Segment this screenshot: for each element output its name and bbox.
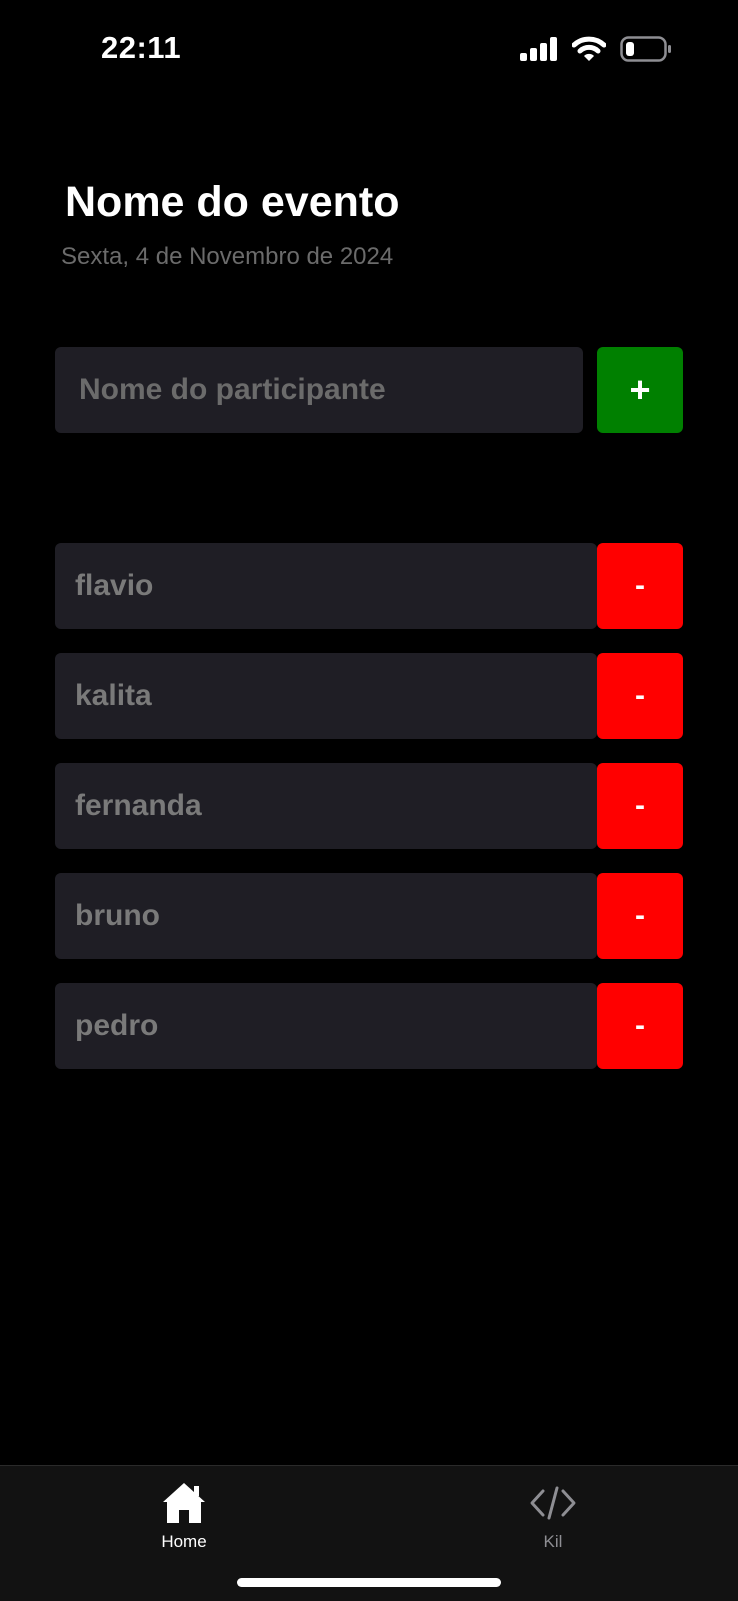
status-icons [520,36,672,62]
participant-name: flavio [75,569,154,602]
participant-list: flavio - kalita - fernanda - bruno - ped… [55,543,683,1093]
participant-card: bruno [55,873,597,959]
participant-row: flavio - [55,543,683,629]
code-icon [529,1480,577,1526]
remove-participant-button[interactable]: - [597,653,683,739]
participant-row: kalita - [55,653,683,739]
event-title: Nome do evento [65,178,400,226]
tab-label: Kil [543,1532,563,1551]
remove-participant-button[interactable]: - [597,873,683,959]
cellular-signal-icon [520,37,558,61]
participant-name: bruno [75,899,160,932]
participant-card: flavio [55,543,597,629]
participant-card: fernanda [55,763,597,849]
participant-name: fernanda [75,789,202,822]
remove-participant-button[interactable]: - [597,983,683,1069]
home-icon [161,1480,207,1526]
status-time: 22:11 [101,30,182,65]
status-bar: 22:11 [0,0,738,100]
battery-icon [620,36,672,62]
participant-name-input[interactable] [55,347,583,433]
add-participant-button[interactable]: + [597,347,683,433]
remove-participant-button[interactable]: - [597,543,683,629]
remove-participant-button[interactable]: - [597,763,683,849]
tab-kil[interactable]: Kil [473,1480,633,1552]
participant-row: fernanda - [55,763,683,849]
event-date: Sexta, 4 de Novembro de 2024 [61,243,394,270]
participant-card: pedro [55,983,597,1069]
tab-home[interactable]: Home [104,1480,264,1552]
add-participant-form: + [55,347,683,433]
tab-label: Home [161,1532,207,1551]
home-indicator[interactable] [237,1578,501,1587]
participant-name: kalita [75,679,152,712]
participant-row: bruno - [55,873,683,959]
participant-name: pedro [75,1009,159,1042]
participant-card: kalita [55,653,597,739]
participant-row: pedro - [55,983,683,1069]
wifi-icon [572,36,606,62]
